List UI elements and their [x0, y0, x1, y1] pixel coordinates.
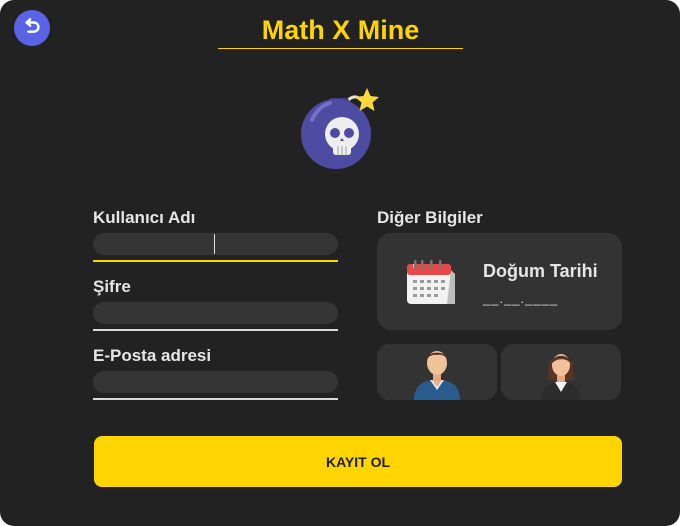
skull-bomb-icon [301, 88, 379, 169]
email-label: E-Posta adresi [93, 346, 212, 365]
female-avatar-icon [542, 354, 580, 400]
back-button[interactable] [14, 10, 50, 46]
app-title: Math X Mine [218, 12, 463, 49]
birthdate-value: __.__.____ [483, 291, 559, 306]
undo-arrow-icon [25, 18, 40, 33]
email-underline [93, 398, 338, 400]
other-info-label: Diğer Bilgiler [377, 208, 483, 227]
birthdate-picker[interactable]: Doğum Tarihi __.__.____ [377, 233, 622, 330]
male-avatar-icon [414, 351, 460, 400]
register-button[interactable]: KAYIT OL [94, 436, 622, 487]
gender-female-option[interactable] [501, 344, 621, 400]
gender-male-option[interactable] [377, 344, 497, 400]
email-input[interactable] [93, 371, 338, 393]
register-window: Math X Mine Kullanıcı Adı Şifre E-Posta … [0, 0, 680, 526]
password-underline [93, 329, 338, 331]
calendar-icon [407, 260, 455, 304]
username-input[interactable] [93, 233, 338, 255]
username-label: Kullanıcı Adı [93, 208, 196, 227]
username-underline [93, 260, 338, 262]
text-caret [214, 234, 215, 254]
birthdate-title: Doğum Tarihi [483, 261, 598, 281]
password-label: Şifre [93, 277, 131, 296]
password-input[interactable] [93, 302, 338, 324]
